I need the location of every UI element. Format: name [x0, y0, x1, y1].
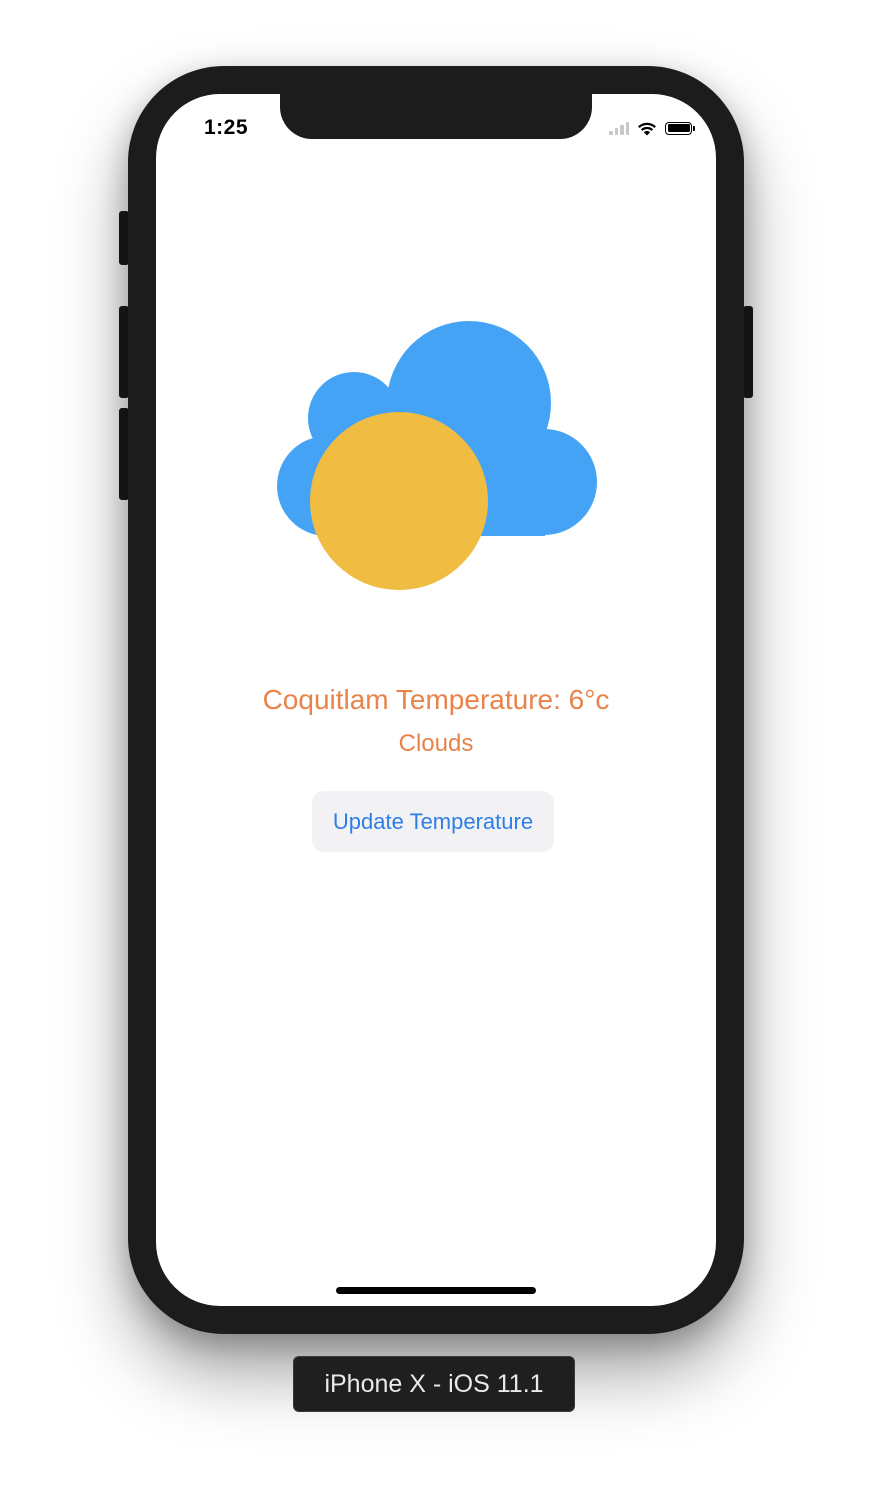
wifi-icon: [638, 122, 656, 135]
cellular-signal-icon: [609, 121, 629, 135]
device-label: iPhone X - iOS 11.1: [293, 1356, 575, 1412]
update-temperature-button[interactable]: Update Temperature: [312, 791, 554, 852]
status-indicators: [609, 118, 695, 138]
home-indicator[interactable]: [336, 1287, 536, 1294]
partly-cloudy-icon: [277, 321, 597, 590]
weather-condition-label: Clouds: [398, 730, 474, 757]
phone-screen: 1:25 Coquitlam Temperature: 6°c Clouds U…: [156, 94, 716, 1306]
simulator-stage: 1:25 Coquitlam Temperature: 6°c Clouds U…: [0, 0, 872, 1496]
temperature-label: Coquitlam Temperature: 6°c: [262, 684, 610, 715]
power-button: [743, 306, 753, 398]
battery-icon: [665, 121, 695, 135]
notch: [280, 94, 592, 139]
status-time: 1:25: [204, 116, 249, 139]
sun-shape: [310, 412, 488, 590]
